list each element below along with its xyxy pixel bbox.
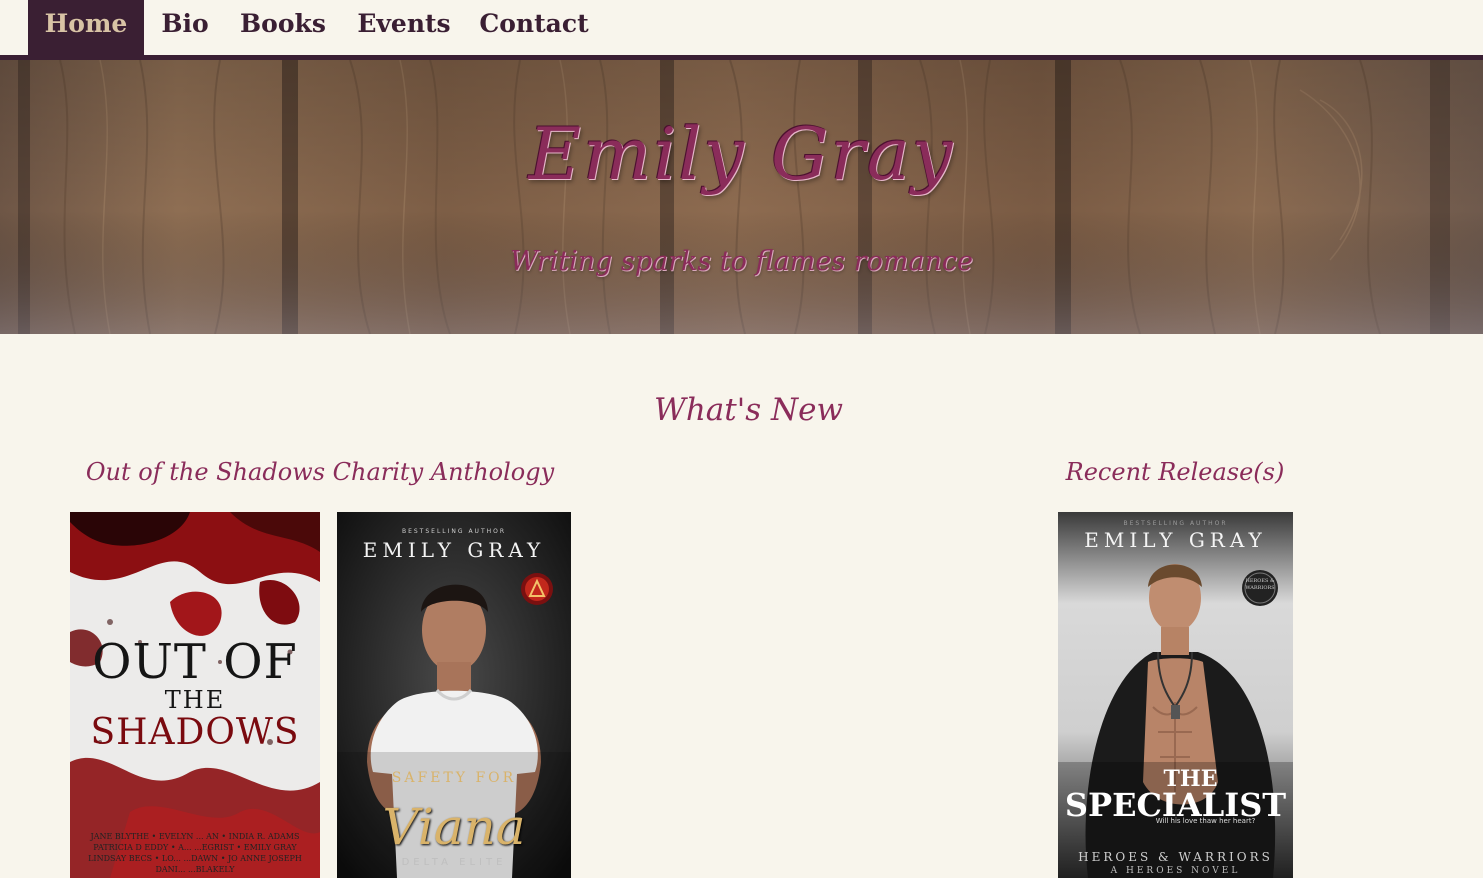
book-cover-out-of-the-shadows[interactable]: OUT OF THE SHADOWS JANE BLYTHE • EVELYN …: [70, 512, 320, 878]
shadows-authors-2: PATRICIA D EDDY • A... ...EGRIST • EMILY…: [93, 843, 297, 852]
specialist-series: HEROES & WARRIORS: [1078, 850, 1273, 864]
whats-new-heading: What's New: [653, 392, 844, 428]
nav-events[interactable]: Events: [352, 0, 456, 55]
specialist-tagline: Will his love thaw her heart?: [1155, 817, 1256, 825]
viana-title: Viana: [382, 798, 526, 856]
shadows-authors-3: LINDSAY BECS • LO... ...DAWN • JO ANNE J…: [88, 854, 302, 863]
site-title: Emily Gray: [528, 112, 955, 196]
specialist-kicker: BESTSELLING AUTHOR: [1123, 520, 1228, 527]
viana-subtitle: SAFETY FOR: [391, 770, 517, 786]
viana-kicker: BESTSELLING AUTHOR: [401, 528, 507, 535]
shadows-title-line1: OUT OF: [92, 634, 298, 690]
shadows-title-line2: THE: [164, 686, 226, 714]
recent-releases-heading: Recent Release(s): [1065, 458, 1285, 486]
specialist-series-sub: A HEROES NOVEL: [1110, 866, 1241, 876]
site-tagline: Writing sparks to flames romance: [510, 246, 973, 277]
book-cover-the-specialist[interactable]: BESTSELLING AUTHOR EMILY GRAY HEROES & W…: [1058, 512, 1293, 878]
viana-series: DELTA ELITE: [401, 857, 507, 868]
shadows-title-line3: SHADOWS: [90, 712, 300, 753]
anthology-heading: Out of the Shadows Charity Anthology: [85, 458, 555, 486]
book-cover-safety-for-viana[interactable]: BESTSELLING AUTHOR EMILY GRAY SAFETY FOR…: [337, 512, 571, 878]
nav-books[interactable]: Books: [235, 0, 331, 55]
shadows-authors-4: DANI... ...BLAKELY: [155, 865, 235, 874]
top-navigation: Home Bio Books Events Contact: [0, 0, 1483, 55]
wood-background: [0, 60, 1483, 334]
specialist-author: EMILY GRAY: [1084, 528, 1267, 552]
nav-home[interactable]: Home: [28, 0, 144, 55]
viana-author: EMILY GRAY: [362, 538, 546, 562]
specialist-badge: HEROES & WARRIORS: [1245, 578, 1275, 591]
nav-contact[interactable]: Contact: [474, 0, 594, 55]
nav-bio[interactable]: Bio: [151, 0, 219, 55]
hero-banner: Emily Gray Writing sparks to flames roma…: [0, 60, 1483, 334]
shadows-authors-1: JANE BLYTHE • EVELYN ... AN • INDIA R. A…: [90, 832, 300, 841]
